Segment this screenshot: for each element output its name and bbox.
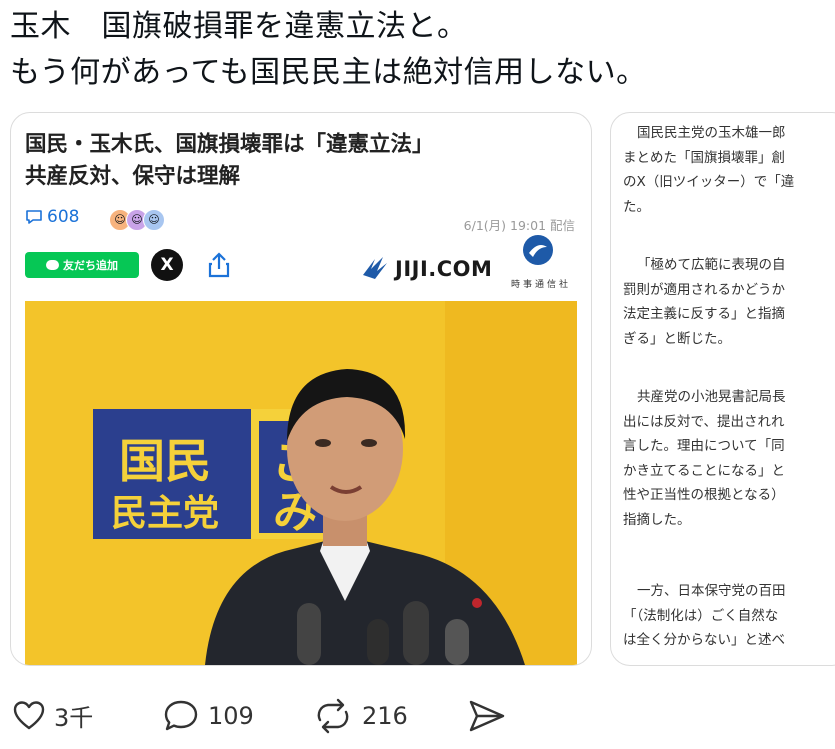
post-line-1: 玉木 国旗破損罪を違憲立法と。 [10, 9, 468, 44]
side-paragraph: 共産党の小池晃書記局長 出には反対で、提出されれ 言した。理由について「同 かき… [623, 385, 835, 532]
line-add-friend-button[interactable]: 友だち追加 [25, 252, 139, 278]
side-line: 共産党の小池晃書記局長 [637, 389, 786, 405]
side-line: 指摘した。 [623, 511, 691, 528]
side-line: た。 [623, 198, 650, 215]
article-photo: 国民 民主党 こ み [25, 301, 577, 665]
comment-count[interactable]: 608 [25, 207, 79, 227]
post-text: 玉木 国旗破損罪を違憲立法と。 もう何があっても国民民主は絶対信用しない。 [10, 4, 825, 96]
side-line: 国民民主党の玉木雄一郎 [637, 125, 786, 141]
like-button[interactable]: 3千 [12, 698, 93, 733]
jiji-wing-icon [363, 257, 387, 279]
side-line: 罰則が適用されるかどうか [623, 281, 785, 298]
repost-count: 216 [362, 702, 408, 730]
reply-button[interactable]: 109 [162, 698, 254, 734]
share-icon[interactable] [203, 249, 235, 281]
jiji-globe-icon [523, 235, 553, 265]
sign-text-main-2: 民主党 [111, 493, 219, 534]
heart-icon [13, 700, 45, 729]
article-text-card[interactable]: 国民民主党の玉木雄一郎 まとめた「国旗損壊罪」創 のX（旧ツイッター）で「違 た… [610, 112, 835, 666]
article-meta-row: 608 ☺ ☺ ☺ 6/1(月) 19:01 配信 [25, 207, 577, 235]
article-date: 6/1(月) 19:01 配信 [463, 218, 575, 233]
repost-icon [317, 698, 349, 734]
side-line: 言した。理由について「同 [623, 438, 785, 454]
like-count: 3千 [54, 704, 94, 732]
sign-text-main-1: 国民 [119, 434, 211, 488]
article-image-card[interactable]: 国民・玉木氏、国旗損壊罪は「違憲立法」 共産反対、保守は理解 608 ☺ ☺ ☺… [10, 112, 592, 666]
side-line: 「（法制化は）ごく自然な [623, 607, 779, 624]
photo-illustration: 国民 民主党 こ み [25, 301, 577, 665]
jiji-logo: JIJI.COM 時事通信社 [361, 235, 571, 290]
post-line-2: もう何があっても国民民主は絶対信用しない。 [10, 55, 647, 90]
reaction-faces: ☺ ☺ ☺ [109, 209, 165, 231]
headline-line-1: 国民・玉木氏、国旗損壊罪は「違憲立法」 [25, 132, 434, 157]
share-row: 友だち追加 X JIJI.COM 時事通信社 [25, 235, 577, 290]
send-icon [469, 700, 505, 732]
side-line: は全く分からない」と述べ [623, 632, 785, 648]
side-line: 一方、日本保守党の百田 [637, 583, 786, 599]
side-line: 法定主義に反する」と指摘 [623, 306, 785, 322]
x-share-button[interactable]: X [151, 249, 183, 281]
headline-line-2: 共産反対、保守は理解 [25, 164, 241, 189]
comment-count-value: 608 [47, 207, 80, 227]
side-line: かき立てることになる」と [623, 462, 785, 479]
side-line: 「極めて広範に表現の自 [637, 257, 786, 273]
repost-button[interactable]: 216 [312, 698, 408, 734]
x-logo-icon: X [160, 255, 174, 275]
comment-icon [26, 210, 42, 224]
reply-count: 109 [208, 702, 254, 730]
jiji-brand: JIJI.COM [395, 257, 493, 281]
side-line: 出には反対で、提出されれ [623, 413, 785, 430]
reaction-face-icon: ☺ [143, 209, 165, 231]
side-paragraph: 国民民主党の玉木雄一郎 まとめた「国旗損壊罪」創 のX（旧ツイッター）で「違 た… [623, 121, 835, 219]
article-headline: 国民・玉木氏、国旗損壊罪は「違憲立法」 共産反対、保守は理解 [25, 129, 565, 193]
side-line: のX（旧ツイッター）で「違 [623, 174, 795, 190]
side-line: ぎる」と断じた。 [623, 330, 731, 347]
reply-icon [164, 700, 198, 731]
post-action-bar: 3千 109 216 [10, 694, 830, 744]
line-button-label: 友だち追加 [63, 259, 118, 272]
share-dm-button[interactable] [466, 698, 516, 734]
side-line: まとめた「国旗損壊罪」創 [623, 149, 785, 166]
jiji-sub-label: 時事通信社 [510, 280, 571, 290]
side-line: 性や正当性の根拠となる） [623, 487, 785, 503]
line-icon [46, 260, 59, 270]
side-paragraph: 一方、日本保守党の百田 「（法制化は）ごく自然な は全く分からない」と述べ [623, 579, 835, 653]
side-paragraph: 「極めて広範に表現の自 罰則が適用されるかどうか 法定主義に反する」と指摘 ぎる… [623, 253, 835, 351]
